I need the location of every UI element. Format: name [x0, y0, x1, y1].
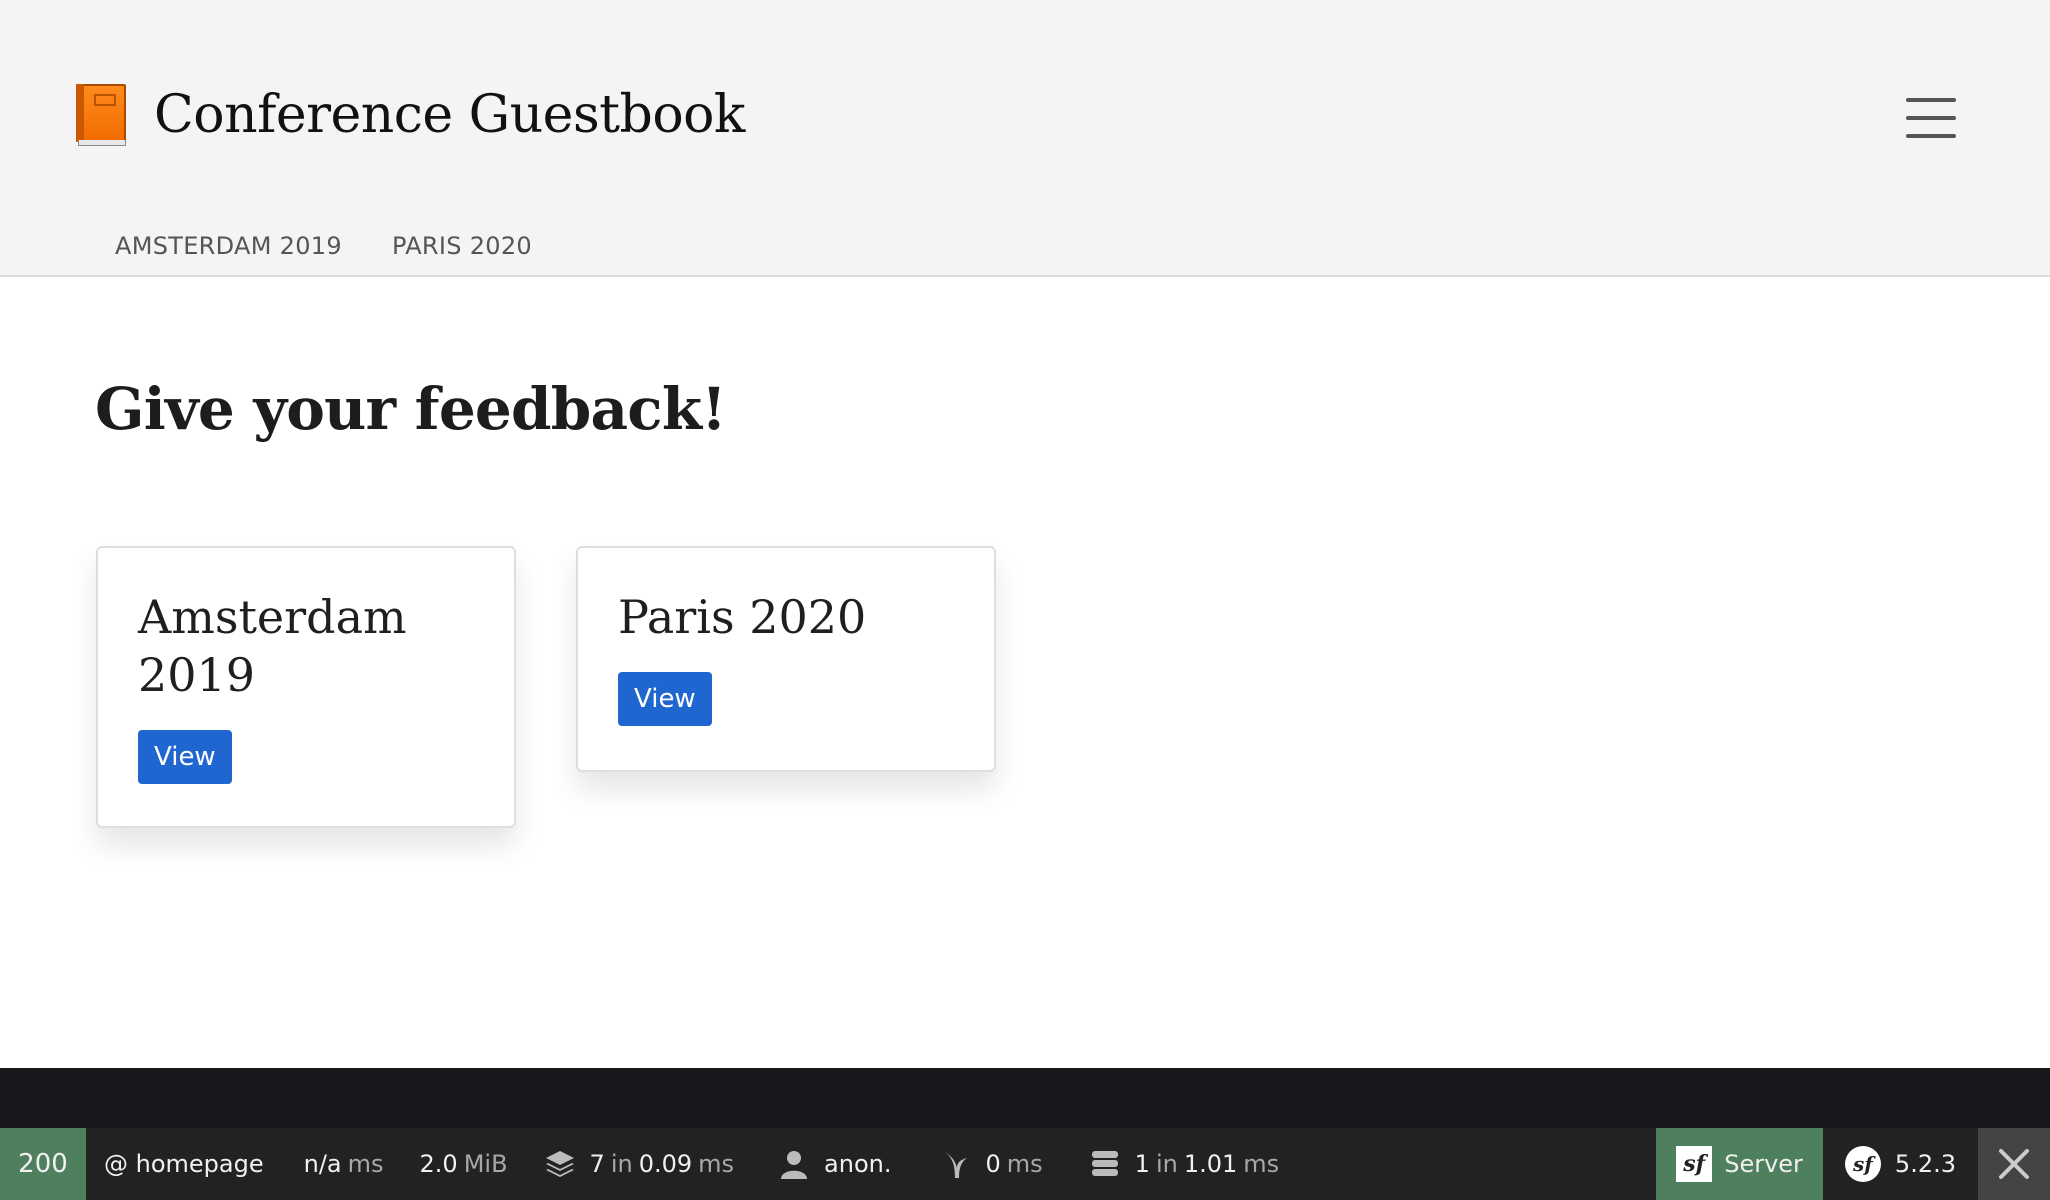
- nav-item-amsterdam-2019[interactable]: AMSTERDAM 2019: [115, 232, 342, 260]
- memory-unit: MiB: [463, 1150, 508, 1178]
- twig-time: 0.09: [638, 1150, 693, 1178]
- server-panel[interactable]: sf Server: [1656, 1128, 1823, 1200]
- page-title: Give your feedback!: [95, 375, 727, 443]
- server-label: Server: [1724, 1150, 1803, 1178]
- symfony-version: 5.2.3: [1894, 1150, 1956, 1178]
- conference-card-title: Paris 2020: [618, 590, 867, 644]
- twig-unit: ms: [698, 1150, 735, 1178]
- twig-count: 7: [589, 1150, 605, 1178]
- time-unit: ms: [347, 1150, 384, 1178]
- time-panel[interactable]: n/a ms: [282, 1128, 402, 1200]
- close-icon: [1999, 1149, 2029, 1179]
- db-in: in: [1155, 1150, 1178, 1178]
- view-paris-2020-button[interactable]: View: [618, 672, 712, 726]
- time-value: n/a: [303, 1150, 342, 1178]
- db-unit: ms: [1243, 1150, 1280, 1178]
- route-panel[interactable]: @ homepage: [86, 1128, 282, 1200]
- symfony-logo-icon: sf: [1676, 1146, 1713, 1182]
- nav-item-paris-2020[interactable]: PARIS 2020: [392, 232, 532, 260]
- user-icon: [781, 1151, 808, 1179]
- database-panel[interactable]: 1 in 1.01 ms: [1061, 1128, 1298, 1200]
- view-amsterdam-2019-button[interactable]: View: [138, 730, 232, 784]
- db-query-count: 1: [1134, 1150, 1150, 1178]
- conference-card-title: Amsterdam 2019: [138, 590, 407, 702]
- hamburger-icon-line: [1906, 116, 1956, 120]
- version-panel[interactable]: sf 5.2.3: [1823, 1128, 1974, 1200]
- cache-unit: ms: [1006, 1150, 1043, 1178]
- status-code-text: 200: [18, 1149, 68, 1179]
- site-header: Conference Guestbook AMSTERDAM 2019 PARI…: [0, 0, 2050, 277]
- twig-in: in: [610, 1150, 633, 1178]
- conference-card-amsterdam-2019: Amsterdam 2019 View: [96, 546, 516, 828]
- security-panel[interactable]: anon.: [752, 1128, 909, 1200]
- book-icon: [74, 82, 128, 148]
- symfony-logo-icon: sf: [1844, 1146, 1881, 1182]
- symfony-debug-toolbar: 200 @ homepage n/a ms 2.0 MiB 7 in 0.09 …: [0, 1128, 2050, 1200]
- user-name: anon.: [824, 1150, 892, 1178]
- cache-time: 0: [985, 1150, 1001, 1178]
- brand-link[interactable]: Conference Guestbook: [74, 82, 745, 148]
- memory-panel[interactable]: 2.0 MiB: [402, 1128, 526, 1200]
- memory-value: 2.0: [419, 1150, 458, 1178]
- close-toolbar-button[interactable]: [1978, 1128, 2050, 1200]
- hamburger-icon-line: [1906, 134, 1956, 138]
- status-code-badge[interactable]: 200: [0, 1128, 86, 1200]
- conference-card-paris-2020: Paris 2020 View: [576, 546, 996, 772]
- route-name: @ homepage: [104, 1150, 264, 1178]
- conference-nav: AMSTERDAM 2019 PARIS 2020: [115, 232, 532, 260]
- toolbar-backdrop: [0, 1068, 2050, 1128]
- site-title: Conference Guestbook: [154, 85, 745, 145]
- twig-panel[interactable]: 7 in 0.09 ms: [526, 1128, 753, 1200]
- hamburger-icon-line: [1906, 98, 1956, 102]
- cache-panel[interactable]: 0 ms: [909, 1128, 1060, 1200]
- menu-toggle-button[interactable]: [1906, 98, 1956, 138]
- cache-icon: [945, 1152, 968, 1178]
- layers-icon: [545, 1151, 574, 1177]
- database-icon: [1091, 1151, 1118, 1176]
- db-time: 1.01: [1183, 1150, 1238, 1178]
